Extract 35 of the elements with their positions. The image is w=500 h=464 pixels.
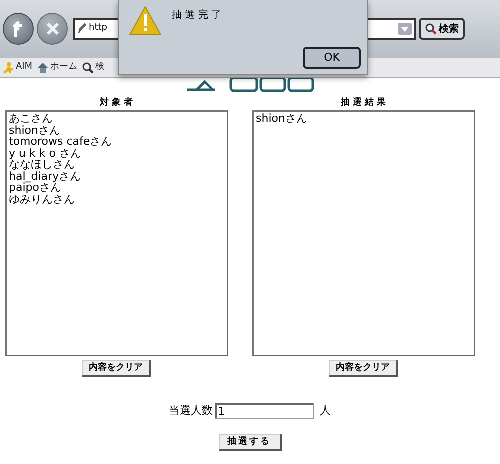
search-icon: [82, 62, 94, 74]
name-entry: shionさん: [9, 124, 62, 136]
column-heading: 抽 選 結 果: [340, 96, 388, 110]
unit-label: 人: [320, 403, 331, 419]
name-entry: あこさん: [9, 113, 54, 124]
name-entry: hal_diaryさん: [9, 170, 82, 182]
dialog-message: 抽 選 完 了: [172, 8, 222, 23]
column-heading: 対 象 者: [98, 96, 134, 110]
name-entry: ななほしさん: [9, 159, 75, 170]
bookmark-link[interactable]: AIM: [3, 60, 33, 74]
bookmark-link[interactable]: 検: [82, 60, 105, 74]
address-text: http: [89, 22, 108, 36]
name-entry: y u k k o さん: [9, 148, 82, 159]
stop-button[interactable]: [37, 13, 68, 45]
clear-button[interactable]: 内容をクリア: [329, 360, 398, 377]
pencil-icon: [77, 23, 87, 35]
count-label: 当選人数: [169, 403, 213, 419]
name-entry: tomorows cafeさん: [9, 136, 114, 148]
search-button[interactable]: 検索: [419, 18, 465, 40]
house-icon: [36, 62, 49, 74]
runner-icon: [3, 62, 14, 74]
back-button[interactable]: [3, 13, 34, 45]
candidate-list[interactable]: あこさん shionさん tomorows cafeさん y u k k o さん ななほしさん hal_diaryさん paipoさん ゆみりんさん: [5, 110, 228, 356]
close-icon: [46, 22, 60, 36]
count-field[interactable]: 1: [215, 403, 314, 420]
bookmark-link[interactable]: ホーム: [36, 60, 78, 74]
search-icon: [425, 23, 437, 35]
clear-button[interactable]: 内容をクリア: [82, 360, 151, 377]
warning-icon: [129, 6, 162, 36]
result-list[interactable]: shionさん: [252, 110, 475, 356]
ok-button[interactable]: OK: [303, 47, 361, 69]
name-entry: ゆみりんさん: [9, 194, 76, 205]
name-entry: shionさん: [256, 113, 308, 124]
draw-button[interactable]: 抽選する: [218, 434, 282, 450]
name-entry: paipoさん: [9, 182, 62, 194]
